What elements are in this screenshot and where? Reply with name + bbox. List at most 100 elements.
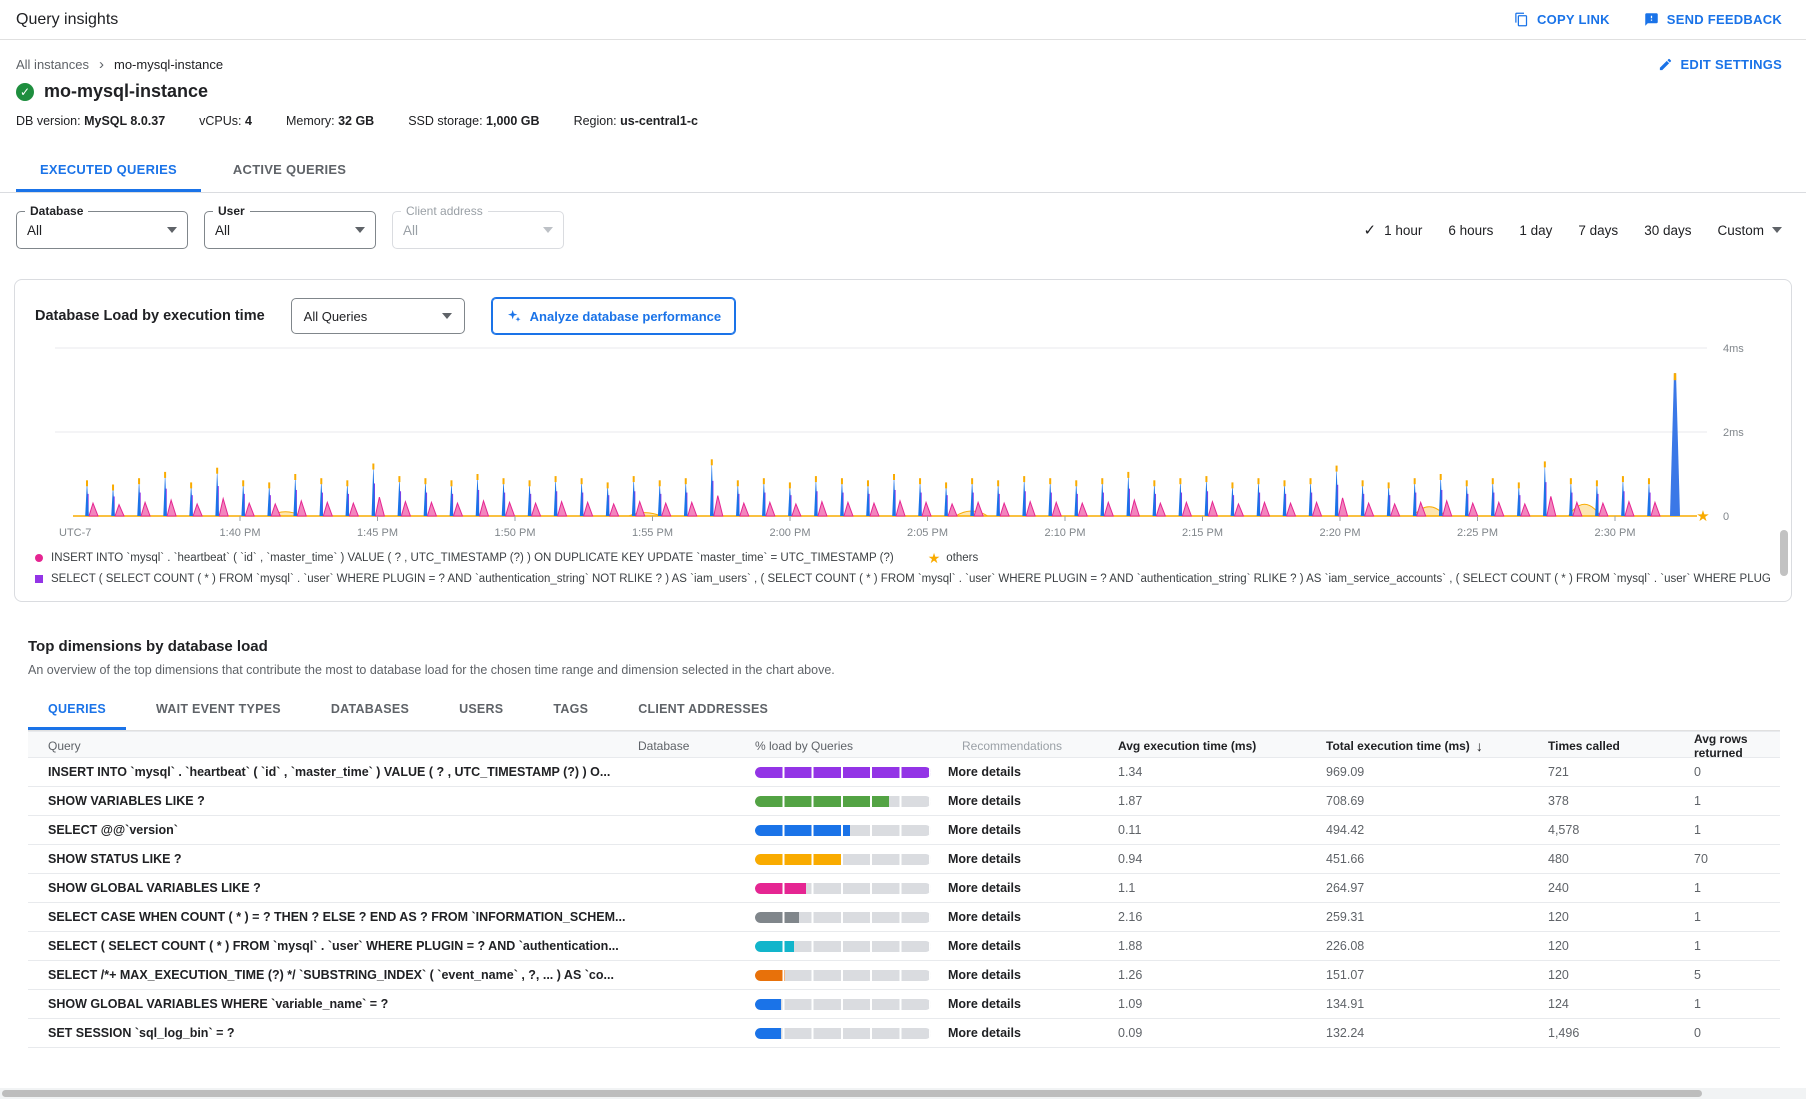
- user-filter-select[interactable]: User All: [204, 211, 376, 249]
- load-bar: [755, 1028, 931, 1039]
- pink-circle-marker-icon: [35, 554, 43, 562]
- col-avg-execution[interactable]: Avg execution time (ms): [1088, 739, 1308, 753]
- time-option-custom[interactable]: Custom: [1717, 223, 1782, 238]
- query-text[interactable]: SELECT CASE WHEN COUNT ( * ) = ? THEN ? …: [28, 910, 638, 924]
- more-details-link[interactable]: More details: [948, 910, 1021, 924]
- instance-header: All instances › mo-mysql-instance EDIT S…: [0, 40, 1806, 128]
- load-cell: [722, 970, 928, 981]
- time-option-1-day[interactable]: 1 day: [1519, 223, 1552, 238]
- col-database[interactable]: Database: [638, 739, 722, 753]
- load-bar-segments: [755, 941, 931, 952]
- load-bar-segments: [755, 796, 931, 807]
- col-query[interactable]: Query: [28, 739, 638, 753]
- more-details-link[interactable]: More details: [948, 939, 1021, 953]
- load-bar: [755, 825, 931, 836]
- tab-executed-queries[interactable]: EXECUTED QUERIES: [16, 150, 201, 192]
- query-text[interactable]: SELECT /*+ MAX_EXECUTION_TIME (?) */ `SU…: [28, 968, 638, 982]
- copy-link-button[interactable]: COPY LINK: [1514, 12, 1610, 27]
- table-row: SHOW STATUS LIKE ? More details 0.94 451…: [28, 845, 1780, 874]
- dim-tab-tags[interactable]: TAGS: [533, 691, 608, 730]
- svg-text:2:05 PM: 2:05 PM: [907, 527, 948, 539]
- query-text[interactable]: SET SESSION `sql_log_bin` = ?: [28, 1026, 638, 1040]
- avg-rows-cell: 0: [1668, 1026, 1780, 1040]
- legend-select-text: SELECT ( SELECT COUNT ( * ) FROM `mysql`…: [51, 573, 1771, 585]
- database-filter-select[interactable]: Database All: [16, 211, 188, 249]
- dim-tab-wait-event-types[interactable]: WAIT EVENT TYPES: [136, 691, 301, 730]
- load-cell: [722, 854, 928, 865]
- dim-tab-client-addresses[interactable]: CLIENT ADDRESSES: [618, 691, 788, 730]
- dim-tab-users[interactable]: USERS: [439, 691, 523, 730]
- queries-table: Query Database % load by Queries Recomme…: [28, 731, 1780, 1048]
- svg-text:2:10 PM: 2:10 PM: [1045, 527, 1086, 539]
- horizontal-scrollbar-thumb[interactable]: [2, 1090, 1702, 1097]
- query-text[interactable]: SHOW STATUS LIKE ?: [28, 852, 638, 866]
- load-cell: [722, 796, 928, 807]
- dim-tab-databases[interactable]: DATABASES: [311, 691, 429, 730]
- query-text[interactable]: SHOW GLOBAL VARIABLES WHERE `variable_na…: [28, 997, 638, 1011]
- breadcrumb-chevron-icon: ›: [99, 56, 104, 73]
- more-details-link[interactable]: More details: [948, 968, 1021, 982]
- col-total-execution[interactable]: Total execution time (ms) ↓: [1308, 738, 1528, 754]
- more-details-link[interactable]: More details: [948, 881, 1021, 895]
- check-icon: ✓: [1363, 221, 1376, 239]
- col-avg-rows[interactable]: Avg rows returned: [1668, 732, 1780, 760]
- instance-healthy-icon: ✓: [16, 83, 34, 101]
- query-text[interactable]: SHOW GLOBAL VARIABLES LIKE ?: [28, 881, 638, 895]
- total-execution-cell: 969.09: [1308, 765, 1528, 779]
- client-address-filter-select[interactable]: Client address All: [392, 211, 564, 249]
- meta-region: Region: us-central1-c: [574, 114, 698, 128]
- avg-rows-cell: 5: [1668, 968, 1780, 982]
- more-details-link[interactable]: More details: [948, 852, 1021, 866]
- more-details-link[interactable]: More details: [948, 823, 1021, 837]
- svg-text:2:20 PM: 2:20 PM: [1320, 527, 1361, 539]
- chevron-down-icon: [167, 227, 177, 233]
- copy-icon: [1514, 12, 1529, 27]
- tab-active-queries[interactable]: ACTIVE QUERIES: [209, 150, 370, 192]
- col-recommendations[interactable]: Recommendations: [928, 739, 1088, 753]
- times-called-cell: 120: [1528, 910, 1668, 924]
- col-load[interactable]: % load by Queries: [722, 739, 928, 753]
- query-text[interactable]: INSERT INTO `mysql` . `heartbeat` ( `id`…: [28, 765, 638, 779]
- breadcrumb-all-instances[interactable]: All instances: [16, 57, 89, 72]
- card-vertical-scrollbar[interactable]: [1780, 530, 1788, 576]
- total-execution-cell: 132.24: [1308, 1026, 1528, 1040]
- more-details-link[interactable]: More details: [948, 794, 1021, 808]
- svg-text:★: ★: [1696, 508, 1709, 525]
- load-cell: [722, 941, 928, 952]
- star-marker-icon: ★: [928, 551, 941, 565]
- user-filter-label: User: [213, 204, 250, 218]
- analyze-database-performance-button[interactable]: Analyze database performance: [491, 297, 736, 335]
- time-option-30-days[interactable]: 30 days: [1644, 223, 1691, 238]
- col-times-called[interactable]: Times called: [1528, 739, 1668, 753]
- avg-rows-cell: 1: [1668, 794, 1780, 808]
- legend-row-insert: INSERT INTO `mysql` . `heartbeat` ( `id`…: [35, 547, 1771, 568]
- meta-vcpus: vCPUs: 4: [199, 114, 252, 128]
- svg-text:1:45 PM: 1:45 PM: [357, 527, 398, 539]
- query-text[interactable]: SELECT @@`version`: [28, 823, 638, 837]
- edit-settings-button[interactable]: EDIT SETTINGS: [1658, 57, 1782, 72]
- load-bar: [755, 970, 931, 981]
- more-details-link[interactable]: More details: [948, 765, 1021, 779]
- load-cell: [722, 883, 928, 894]
- time-option-7-days[interactable]: 7 days: [1578, 223, 1618, 238]
- client-address-filter-label: Client address: [401, 204, 488, 218]
- load-bar-segments: [755, 883, 931, 894]
- load-cell: [722, 912, 928, 923]
- chevron-down-icon: [355, 227, 365, 233]
- more-details-link[interactable]: More details: [948, 997, 1021, 1011]
- table-row: SHOW VARIABLES LIKE ? More details 1.87 …: [28, 787, 1780, 816]
- horizontal-scrollbar[interactable]: [0, 1088, 1806, 1099]
- avg-execution-cell: 1.87: [1088, 794, 1308, 808]
- legend-row-select: SELECT ( SELECT COUNT ( * ) FROM `mysql`…: [35, 568, 1771, 589]
- more-details-link[interactable]: More details: [948, 1026, 1021, 1040]
- svg-text:2:00 PM: 2:00 PM: [770, 527, 811, 539]
- query-text[interactable]: SHOW VARIABLES LIKE ?: [28, 794, 638, 808]
- query-text[interactable]: SELECT ( SELECT COUNT ( * ) FROM `mysql`…: [28, 939, 638, 953]
- legend-others-text: others: [946, 552, 978, 564]
- dim-tab-queries[interactable]: QUERIES: [28, 691, 126, 730]
- send-feedback-button[interactable]: SEND FEEDBACK: [1644, 12, 1782, 27]
- time-option-6-hours[interactable]: 6 hours: [1448, 223, 1493, 238]
- load-bar-segments: [755, 1028, 931, 1039]
- time-option-1-hour[interactable]: ✓1 hour: [1363, 221, 1422, 239]
- queries-filter-select[interactable]: All Queries: [291, 298, 465, 334]
